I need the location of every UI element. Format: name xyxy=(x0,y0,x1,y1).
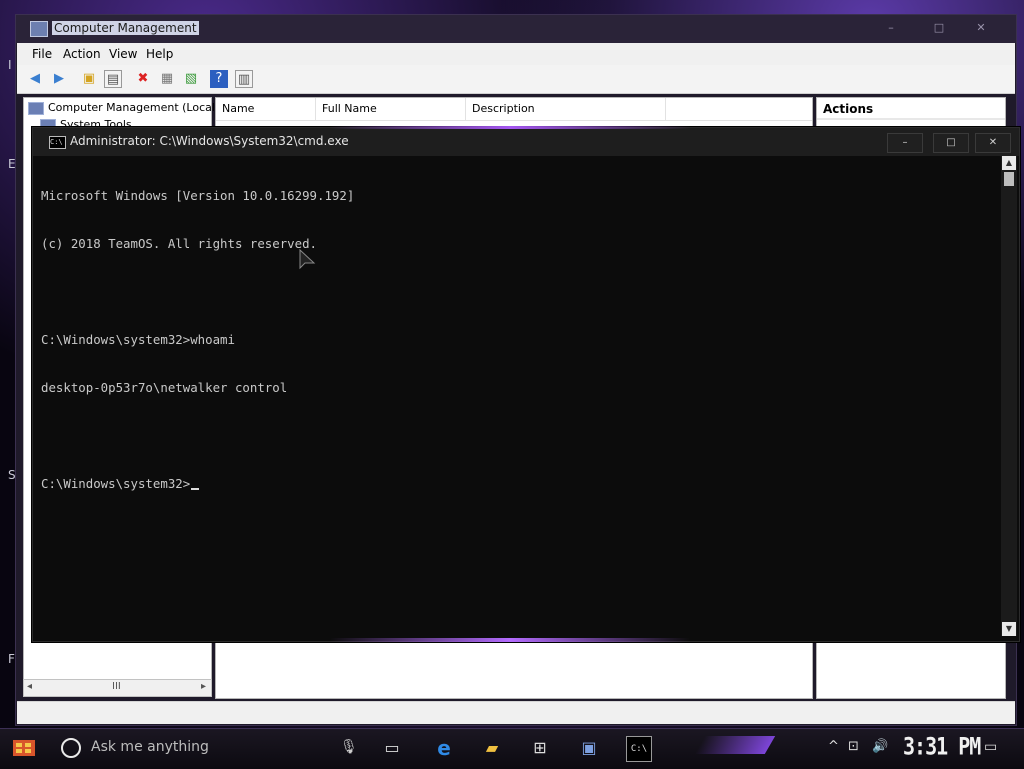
network-icon[interactable]: ⊡ xyxy=(848,739,859,754)
column-header-full-name[interactable]: Full Name xyxy=(316,98,466,120)
console-line: Microsoft Windows [Version 10.0.16299.19… xyxy=(41,188,355,203)
scroll-down-icon[interactable]: ▼ xyxy=(1002,622,1016,636)
show-hide-tree-icon[interactable]: ▤ xyxy=(104,70,122,88)
column-header-description[interactable]: Description xyxy=(466,98,666,120)
cmd-icon: C:\ xyxy=(49,136,66,149)
microphone-icon[interactable]: 🎙 xyxy=(340,739,358,755)
desktop-icon-label[interactable]: I xyxy=(8,58,12,72)
cmd-minimize-button[interactable]: – xyxy=(887,133,923,153)
cmd-title-bar[interactable]: C:\ Administrator: C:\Windows\System32\c… xyxy=(33,128,1019,156)
search-placeholder[interactable]: Ask me anything xyxy=(91,739,209,755)
list-header: Name Full Name Description xyxy=(216,98,812,121)
actions-header: Actions xyxy=(817,98,1005,120)
back-arrow-icon[interactable]: ◀ xyxy=(26,70,44,88)
maximize-button[interactable]: □ xyxy=(929,21,949,34)
taskbar-accent xyxy=(694,736,776,754)
scroll-thumb[interactable] xyxy=(1004,172,1014,186)
export-list-icon[interactable]: ▧ xyxy=(182,70,200,88)
computer-management-icon xyxy=(30,21,48,37)
menu-action[interactable]: Action xyxy=(63,47,101,61)
desktop-icon-label[interactable]: F xyxy=(8,652,15,666)
scroll-right-icon[interactable]: ▸ xyxy=(201,681,206,692)
close-button[interactable]: ✕ xyxy=(971,21,991,34)
console-line: (c) 2018 TeamOS. All rights reserved. xyxy=(41,236,318,251)
show-hidden-icons-icon[interactable]: ^ xyxy=(828,739,839,754)
store-icon[interactable]: ⊞ xyxy=(528,736,552,760)
console-output[interactable]: Microsoft Windows [Version 10.0.16299.19… xyxy=(41,156,999,636)
forward-arrow-icon[interactable]: ▶ xyxy=(50,70,68,88)
console-prompt: C:\Windows\system32> xyxy=(41,476,191,491)
tree-item-root[interactable]: Computer Management (Local) xyxy=(28,101,219,115)
console-prompt-line[interactable]: C:\Windows\system32> xyxy=(41,476,999,492)
window-glow xyxy=(330,126,690,129)
scroll-up-icon[interactable]: ▲ xyxy=(1002,156,1016,170)
menu-help[interactable]: Help xyxy=(146,47,173,61)
scroll-thumb-grip[interactable]: III xyxy=(112,681,121,692)
console-line: C:\Windows\system32>whoami xyxy=(41,332,235,347)
cmd-taskbar-icon[interactable]: C:\ xyxy=(626,736,652,762)
help-icon[interactable]: ? xyxy=(210,70,228,88)
menu-view[interactable]: View xyxy=(109,47,137,61)
menu-bar: File Action View Help xyxy=(17,43,1015,66)
column-header-name[interactable]: Name xyxy=(216,98,316,120)
start-button-icon[interactable] xyxy=(10,734,38,762)
mouse-cursor-icon xyxy=(299,249,316,270)
action-center-icon[interactable]: ▭ xyxy=(984,739,997,755)
cm-title-bar[interactable]: Computer Management – □ ✕ xyxy=(16,15,1016,43)
text-cursor xyxy=(191,488,200,490)
console-line: desktop-0p53r7o\netwalker control xyxy=(41,380,288,395)
file-explorer-icon[interactable]: ▰ xyxy=(480,736,504,760)
taskbar-search[interactable]: Ask me anything xyxy=(58,734,358,762)
cmd-window[interactable]: C:\ Administrator: C:\Windows\System32\c… xyxy=(32,127,1020,642)
computer-icon xyxy=(28,101,44,115)
delete-icon[interactable]: ✖ xyxy=(134,70,152,88)
taskbar-clock[interactable]: 3:31 PM xyxy=(903,732,981,761)
toolbar: ◀ ▶ ▣ ▤ ✖ ▦ ▧ ? ▥ xyxy=(17,65,1015,94)
properties-icon[interactable]: ▦ xyxy=(158,70,176,88)
minimize-button[interactable]: – xyxy=(881,21,901,34)
cmd-vertical-scrollbar[interactable]: ▲ ▼ xyxy=(1001,156,1017,636)
status-bar xyxy=(17,701,1015,724)
cmd-window-title: Administrator: C:\Windows\System32\cmd.e… xyxy=(70,134,349,148)
edge-browser-icon[interactable]: e xyxy=(432,736,456,760)
scroll-left-icon[interactable]: ◂ xyxy=(27,681,32,692)
window-glow xyxy=(330,638,690,642)
menu-file[interactable]: File xyxy=(32,47,52,61)
cm-window-title: Computer Management xyxy=(52,21,199,35)
action-pane-icon[interactable]: ▥ xyxy=(235,70,253,88)
cmd-close-button[interactable]: ✕ xyxy=(975,133,1011,153)
tree-horizontal-scrollbar[interactable]: ◂ III ▸ xyxy=(23,679,212,697)
task-view-icon[interactable]: ▭ xyxy=(380,736,404,760)
cortana-icon[interactable] xyxy=(61,738,81,758)
volume-icon[interactable]: 🔊 xyxy=(872,739,888,754)
cmd-maximize-button[interactable]: □ xyxy=(933,133,969,153)
computer-management-taskbar-icon[interactable]: ▣ xyxy=(577,736,601,760)
up-folder-icon[interactable]: ▣ xyxy=(80,70,98,88)
